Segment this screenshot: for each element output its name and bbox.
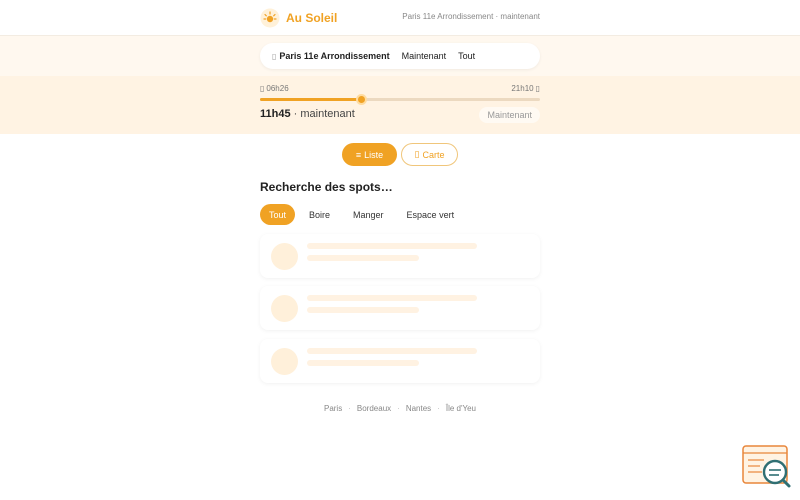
city-links: Paris · Bordeaux · Nantes · Île d'Yeu bbox=[0, 404, 800, 413]
category-filters: Tout Boire Manger Espace vert bbox=[260, 204, 464, 225]
skeleton-line bbox=[307, 295, 477, 301]
location-selector[interactable]: ▯ Paris 11e Arrondissement Maintenant To… bbox=[260, 43, 540, 69]
skeleton-avatar bbox=[271, 243, 298, 270]
time-option[interactable]: Maintenant bbox=[402, 51, 447, 61]
inspect-icon bbox=[742, 445, 791, 488]
city-link-paris[interactable]: Paris bbox=[324, 404, 342, 413]
current-time-display: 11h45 · maintenant bbox=[260, 108, 355, 120]
list-view-label: Liste bbox=[364, 149, 384, 160]
time-slider-fill bbox=[260, 98, 361, 101]
skeleton-avatar bbox=[271, 348, 298, 375]
skeleton-line bbox=[307, 307, 419, 313]
brand-name: Au Soleil bbox=[286, 11, 338, 25]
location-city-option[interactable]: ▯ Paris 11e Arrondissement bbox=[272, 51, 390, 61]
filter-manger[interactable]: Manger bbox=[344, 204, 393, 225]
view-toggle: ≡ Liste ▯ Carte bbox=[342, 143, 458, 166]
sunrise-icon: ▯ bbox=[260, 84, 265, 93]
time-slider-band: ▯ 06h26 21h10 ▯ 11h45 · maintenant Maint… bbox=[0, 76, 800, 134]
brand-logo[interactable]: Au Soleil bbox=[260, 8, 337, 28]
separator: · bbox=[437, 404, 440, 413]
location-city-label: Paris 11e Arrondissement bbox=[279, 51, 390, 61]
list-view-button[interactable]: ≡ Liste bbox=[342, 143, 397, 166]
skeleton-avatar bbox=[271, 295, 298, 322]
filter-boire[interactable]: Boire bbox=[300, 204, 340, 225]
skeleton-line bbox=[307, 360, 419, 366]
separator: · bbox=[348, 404, 351, 413]
current-time: 11h45 bbox=[260, 108, 291, 120]
skeleton-card bbox=[260, 339, 540, 383]
skeleton-card bbox=[260, 286, 540, 330]
city-link-ile-dyeu[interactable]: Île d'Yeu bbox=[446, 404, 476, 413]
sun-icon bbox=[260, 8, 280, 28]
skeleton-line bbox=[307, 255, 419, 261]
skeleton-card bbox=[260, 234, 540, 278]
now-button[interactable]: Maintenant bbox=[479, 107, 540, 123]
city-link-bordeaux[interactable]: Bordeaux bbox=[357, 404, 391, 413]
separator: · bbox=[397, 404, 400, 413]
map-view-label: Carte bbox=[422, 149, 445, 160]
sunrise-label: ▯ 06h26 bbox=[260, 84, 289, 93]
daylight-range: ▯ 06h26 21h10 ▯ bbox=[260, 84, 540, 93]
map-icon: ▯ bbox=[414, 149, 420, 159]
list-icon: ≡ bbox=[355, 149, 362, 160]
skeleton-line bbox=[307, 348, 477, 354]
section-title: Recherche des spots… bbox=[260, 180, 393, 194]
sunset-icon: ▯ bbox=[535, 84, 540, 93]
time-slider-thumb[interactable] bbox=[355, 94, 367, 105]
header-location-summary: Paris 11e Arrondissement · maintenant bbox=[402, 12, 540, 21]
scope-option[interactable]: Tout bbox=[458, 51, 475, 61]
feedback-widget[interactable] bbox=[742, 445, 792, 489]
sunrise-time: 06h26 bbox=[266, 84, 289, 93]
pin-icon: ▯ bbox=[272, 51, 277, 61]
city-link-nantes[interactable]: Nantes bbox=[406, 404, 431, 413]
skeleton-line bbox=[307, 243, 477, 249]
time-slider[interactable] bbox=[260, 94, 540, 105]
sunset-time: 21h10 bbox=[511, 84, 534, 93]
filter-espace-vert[interactable]: Espace vert bbox=[397, 204, 464, 225]
location-strip: ▯ Paris 11e Arrondissement Maintenant To… bbox=[0, 36, 800, 76]
sunset-label: 21h10 ▯ bbox=[511, 84, 540, 93]
current-time-suffix: · maintenant bbox=[293, 108, 355, 120]
top-header: Au Soleil Paris 11e Arrondissement · mai… bbox=[0, 0, 800, 36]
filter-tout[interactable]: Tout bbox=[260, 204, 296, 225]
map-view-button[interactable]: ▯ Carte bbox=[401, 143, 458, 166]
